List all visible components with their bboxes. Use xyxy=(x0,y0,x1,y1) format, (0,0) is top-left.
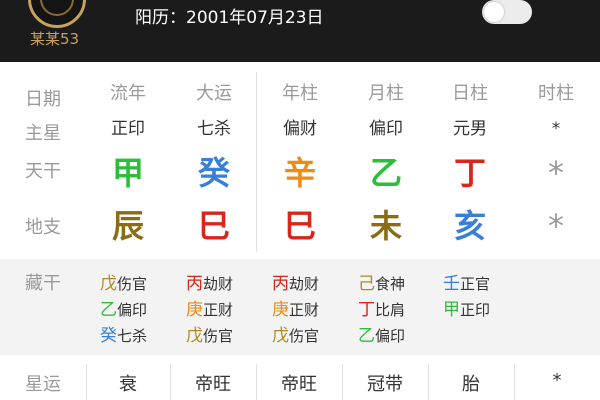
hidden-stem-char: 庚 xyxy=(186,300,203,320)
hidden-stem-god: 伤官 xyxy=(203,327,234,345)
row-label-hidden-stem: 藏干 xyxy=(25,273,61,294)
hidden-stem-god: 食神 xyxy=(375,275,406,293)
star-luck-cell: 帝旺 xyxy=(281,374,317,395)
earth-branch-char: 亥 xyxy=(453,207,486,245)
hidden-stem-item: 甲正印 xyxy=(443,295,490,320)
row-label-earth-branch: 地支 xyxy=(25,217,61,238)
main-star-cell: 七杀 xyxy=(197,119,231,139)
row-label-main-star: 主星 xyxy=(25,123,61,144)
main-star-cell: 偏印 xyxy=(369,119,403,139)
hidden-stem-item: 壬正官 xyxy=(443,269,490,294)
hidden-stem-god: 七杀 xyxy=(117,327,148,345)
hidden-stem-item: 丙劫财 xyxy=(272,269,319,294)
hidden-stem-item: 丁比肩 xyxy=(358,295,405,320)
column-divider xyxy=(256,72,257,252)
heaven-stem-char: * xyxy=(548,154,564,192)
username: 某某53 xyxy=(30,30,80,48)
star-luck-cell: 帝旺 xyxy=(195,374,231,395)
earth-branch-char: 巳 xyxy=(197,207,230,245)
hidden-stem-god: 比肩 xyxy=(375,301,406,319)
hidden-stem-char: 庚 xyxy=(272,300,289,320)
hidden-stem-item: 戊伤官 xyxy=(186,321,233,346)
hidden-stem-char: 戊 xyxy=(100,274,117,294)
hidden-stem-god: 劫财 xyxy=(203,275,234,293)
hidden-stem-god: 伤官 xyxy=(117,275,148,293)
star-luck-cell: * xyxy=(552,370,562,391)
row-label-heaven-stem: 天干 xyxy=(25,161,61,182)
profile-header: 某某53 阳历：2001年07月23日 xyxy=(0,0,600,62)
main-star-cell: 偏财 xyxy=(283,119,317,139)
earth-branch-char: 巳 xyxy=(283,207,316,245)
col-head-yuezhu: 月柱 xyxy=(368,83,404,104)
hidden-stem-char: 乙 xyxy=(358,326,375,346)
star-luck-cell: 冠带 xyxy=(367,374,403,395)
hidden-stem-char: 丙 xyxy=(186,274,203,294)
hidden-stem-item: 戊伤官 xyxy=(100,269,147,294)
display-toggle[interactable] xyxy=(482,0,532,24)
heaven-stem-char: 甲 xyxy=(111,154,144,192)
heaven-stem-char: 癸 xyxy=(197,154,230,192)
hidden-stem-god: 正财 xyxy=(203,301,234,319)
col-head-nianzhu: 年柱 xyxy=(282,83,318,104)
hidden-stem-item: 丙劫财 xyxy=(186,269,233,294)
hidden-stem-god: 伤官 xyxy=(289,327,320,345)
col-head-dayun: 大运 xyxy=(196,83,232,104)
hidden-stem-char: 戊 xyxy=(186,326,203,346)
main-star-cell: 元男 xyxy=(453,119,487,139)
row-label-star-luck: 星运 xyxy=(25,374,61,395)
hidden-stem-char: 丁 xyxy=(358,300,375,320)
hidden-stem-item: 庚正财 xyxy=(272,295,319,320)
heaven-stem-char: 丁 xyxy=(453,154,486,192)
heaven-stem-char: 乙 xyxy=(369,154,402,192)
solar-date: 阳历：2001年07月23日 xyxy=(135,8,324,28)
col-head-liunian: 流年 xyxy=(110,83,146,104)
hidden-stem-char: 己 xyxy=(358,274,375,294)
heaven-stem-char: 辛 xyxy=(283,154,316,192)
main-star-cell: 正印 xyxy=(111,119,145,139)
hidden-stem-god: 偏印 xyxy=(375,327,406,345)
avatar[interactable] xyxy=(28,0,86,28)
hidden-stem-char: 壬 xyxy=(443,274,460,294)
hidden-stem-char: 乙 xyxy=(100,300,117,320)
earth-branch-char: * xyxy=(548,207,564,245)
hidden-stem-item: 戊伤官 xyxy=(272,321,319,346)
col-head-rizhu: 日柱 xyxy=(452,83,488,104)
col-head-shizhu: 时柱 xyxy=(538,83,574,104)
hidden-stem-item: 乙偏印 xyxy=(358,321,405,346)
main-star-cell: * xyxy=(551,119,561,139)
hidden-stem-item: 乙偏印 xyxy=(100,295,147,320)
hidden-stem-god: 偏印 xyxy=(117,301,148,319)
row-label-date: 日期 xyxy=(25,89,61,110)
star-luck-cell: 衰 xyxy=(119,374,137,395)
toggle-knob xyxy=(484,2,504,22)
hidden-stem-item: 庚正财 xyxy=(186,295,233,320)
earth-branch-char: 未 xyxy=(369,207,402,245)
hidden-stem-god: 正财 xyxy=(289,301,320,319)
hidden-stem-char: 戊 xyxy=(272,326,289,346)
earth-branch-char: 辰 xyxy=(111,207,144,245)
hidden-stem-char: 甲 xyxy=(443,300,460,320)
hidden-stems-section: 藏干 戊伤官 乙偏印 癸七杀 丙劫财 庚正财 戊伤官 丙劫财 庚正财 戊伤官 己食神 丁比肩 乙偏印壬… xyxy=(0,259,600,355)
hidden-stem-char: 癸 xyxy=(100,326,117,346)
hidden-stem-god: 劫财 xyxy=(289,275,320,293)
hidden-stem-item: 己食神 xyxy=(358,269,405,294)
hidden-stem-item: 癸七杀 xyxy=(100,321,147,346)
hidden-stem-char: 丙 xyxy=(272,274,289,294)
star-luck-cell: 胎 xyxy=(462,374,480,395)
star-luck-row: 星运 衰 帝旺 帝旺 冠带 胎 * xyxy=(0,358,600,400)
hidden-stem-god: 正官 xyxy=(460,275,491,293)
hidden-stem-god: 正印 xyxy=(460,301,491,319)
